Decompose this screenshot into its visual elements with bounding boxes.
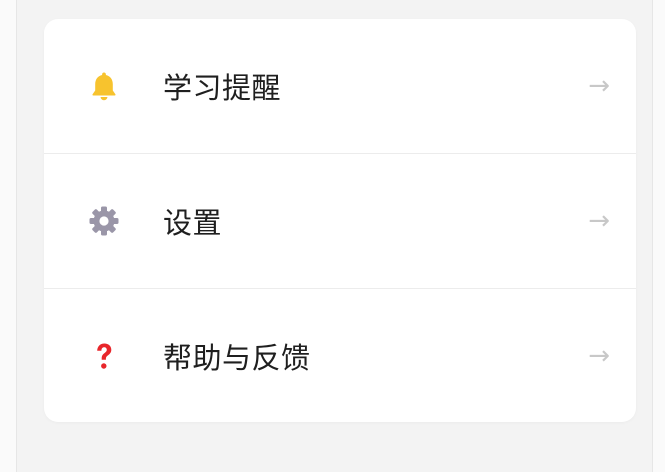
right-frame-edge bbox=[652, 0, 665, 472]
menu-item-study-reminder[interactable]: 学习提醒 → bbox=[44, 19, 636, 153]
arrow-right-icon: → bbox=[588, 341, 610, 371]
left-frame-edge bbox=[0, 0, 17, 472]
question-mark-icon bbox=[87, 339, 121, 373]
menu-item-settings[interactable]: 设置 → bbox=[44, 153, 636, 288]
menu-item-label: 设置 bbox=[163, 206, 223, 240]
arrow-right-icon: → bbox=[588, 206, 610, 236]
arrow-right-icon: → bbox=[588, 71, 610, 101]
menu-card: 学习提醒 → 设置 → 帮助与反馈 → bbox=[44, 19, 636, 422]
menu-item-help-feedback[interactable]: 帮助与反馈 → bbox=[44, 288, 636, 422]
gear-icon bbox=[87, 204, 121, 238]
menu-item-label: 学习提醒 bbox=[163, 71, 282, 105]
bell-icon bbox=[87, 69, 121, 103]
menu-item-label: 帮助与反馈 bbox=[163, 341, 311, 375]
